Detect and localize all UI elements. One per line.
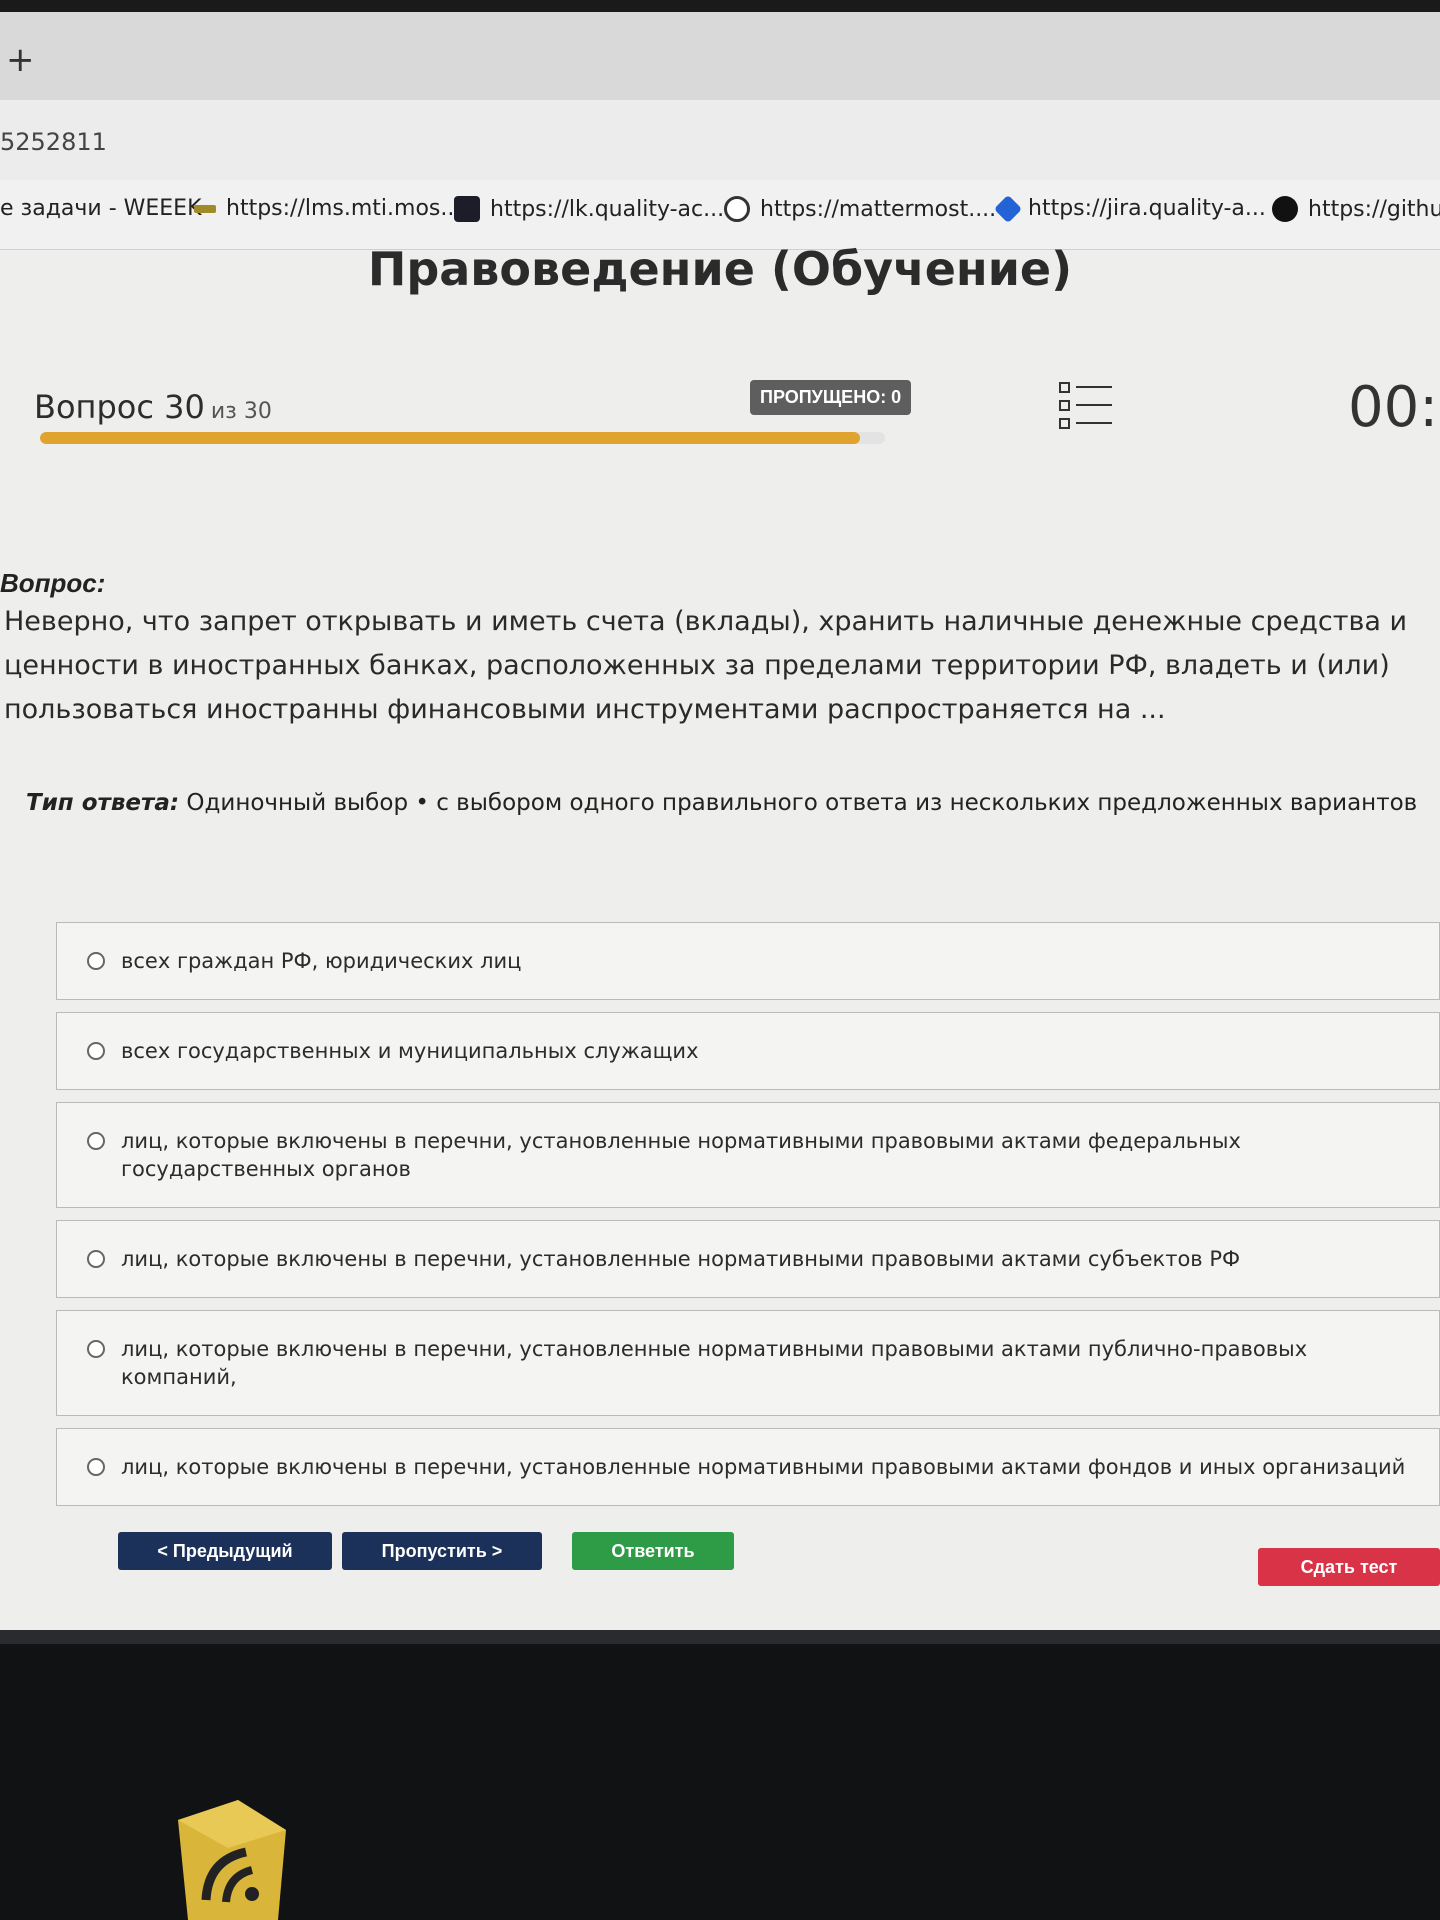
answer-option[interactable]: всех государственных и муниципальных слу… xyxy=(56,1012,1440,1090)
answer-option[interactable]: лиц, которые включены в перечни, установ… xyxy=(56,1220,1440,1298)
question-counter: Вопрос 30 из 30 xyxy=(34,388,272,426)
answer-options: всех граждан РФ, юридических лиц всех го… xyxy=(56,922,1440,1518)
lms-icon xyxy=(194,204,216,213)
bookmark-quality[interactable]: https://lk.quality-ac... xyxy=(454,196,724,222)
bezel-edge xyxy=(0,1630,1440,1644)
bookmark-label: https://github xyxy=(1308,196,1440,222)
radio-button[interactable] xyxy=(87,1042,105,1060)
bookmark-label: https://lk.quality-ac... xyxy=(490,196,725,222)
option-label: лиц, которые включены в перечни, установ… xyxy=(121,1455,1406,1479)
answer-option[interactable]: всех граждан РФ, юридических лиц xyxy=(56,922,1440,1000)
answer-button[interactable]: Ответить xyxy=(572,1532,734,1570)
radio-button[interactable] xyxy=(87,1458,105,1476)
bookmark-github[interactable]: https://github xyxy=(1272,196,1440,222)
progress-fill xyxy=(40,432,860,444)
question-number: Вопрос 30 xyxy=(34,388,205,426)
answer-option[interactable]: лиц, которые включены в перечни, установ… xyxy=(56,1102,1440,1208)
jira-icon xyxy=(993,194,1023,223)
question-total: из 30 xyxy=(210,399,272,424)
option-label: лиц, которые включены в перечни, установ… xyxy=(121,1247,1241,1271)
bookmark-jira[interactable]: https://jira.quality-a... xyxy=(993,194,1266,223)
skipped-badge: ПРОПУЩЕНО: 0 xyxy=(750,380,912,415)
bookmark-lms[interactable]: https://lms.mti.mos... xyxy=(194,196,461,221)
bookmark-weeek[interactable]: е задачи - WEEEK xyxy=(0,196,202,221)
address-bar[interactable] xyxy=(0,100,1440,190)
browser-tab-strip xyxy=(0,0,1440,100)
option-label: всех государственных и муниципальных слу… xyxy=(121,1039,699,1063)
mattermost-icon xyxy=(724,196,750,222)
answer-option[interactable]: лиц, которые включены в перечни, установ… xyxy=(56,1428,1440,1506)
answer-type-value: Одиночный выбор • с выбором одного прави… xyxy=(186,790,1418,816)
bookmark-label: https://mattermost.... xyxy=(760,196,997,222)
bookmark-label: https://jira.quality-a... xyxy=(1028,196,1266,221)
answer-type: Тип ответа: Одиночный выбор • с выбором … xyxy=(26,790,1417,816)
option-label: всех граждан РФ, юридических лиц xyxy=(121,949,522,973)
answer-option[interactable]: лиц, которые включены в перечни, установ… xyxy=(56,1310,1440,1416)
previous-button[interactable]: < Предыдущий xyxy=(118,1532,332,1570)
question-list-icon[interactable] xyxy=(1058,380,1114,432)
github-icon xyxy=(1272,196,1298,222)
question-text: Неверно, что запрет открывать и иметь сч… xyxy=(4,606,1408,725)
page-title: Правоведение (Обучение) xyxy=(367,242,1073,296)
bookmark-label: е задачи - WEEEK xyxy=(0,196,202,221)
cube-ornament-icon xyxy=(178,1800,286,1920)
bookmark-mattermost[interactable]: https://mattermost.... xyxy=(724,196,996,222)
option-label: лиц, которые включены в перечни, установ… xyxy=(121,1129,1241,1181)
progress-bar xyxy=(40,432,885,444)
quality-icon xyxy=(454,196,480,222)
radio-button[interactable] xyxy=(87,952,105,970)
option-label: лиц, которые включены в перечни, установ… xyxy=(121,1337,1308,1389)
new-tab-button[interactable]: + xyxy=(6,40,35,80)
radio-button[interactable] xyxy=(87,1340,105,1358)
radio-button[interactable] xyxy=(87,1250,105,1268)
radio-button[interactable] xyxy=(87,1132,105,1150)
skip-button[interactable]: Пропустить > xyxy=(342,1532,542,1570)
question-heading: Вопрос: xyxy=(0,568,106,598)
submit-test-button[interactable]: Сдать тест xyxy=(1258,1548,1440,1586)
answer-type-label: Тип ответа: xyxy=(26,790,180,816)
address-text[interactable]: 5252811 xyxy=(0,128,107,156)
bookmark-label: https://lms.mti.mos... xyxy=(226,196,462,221)
timer: 00:2 xyxy=(1348,375,1440,440)
